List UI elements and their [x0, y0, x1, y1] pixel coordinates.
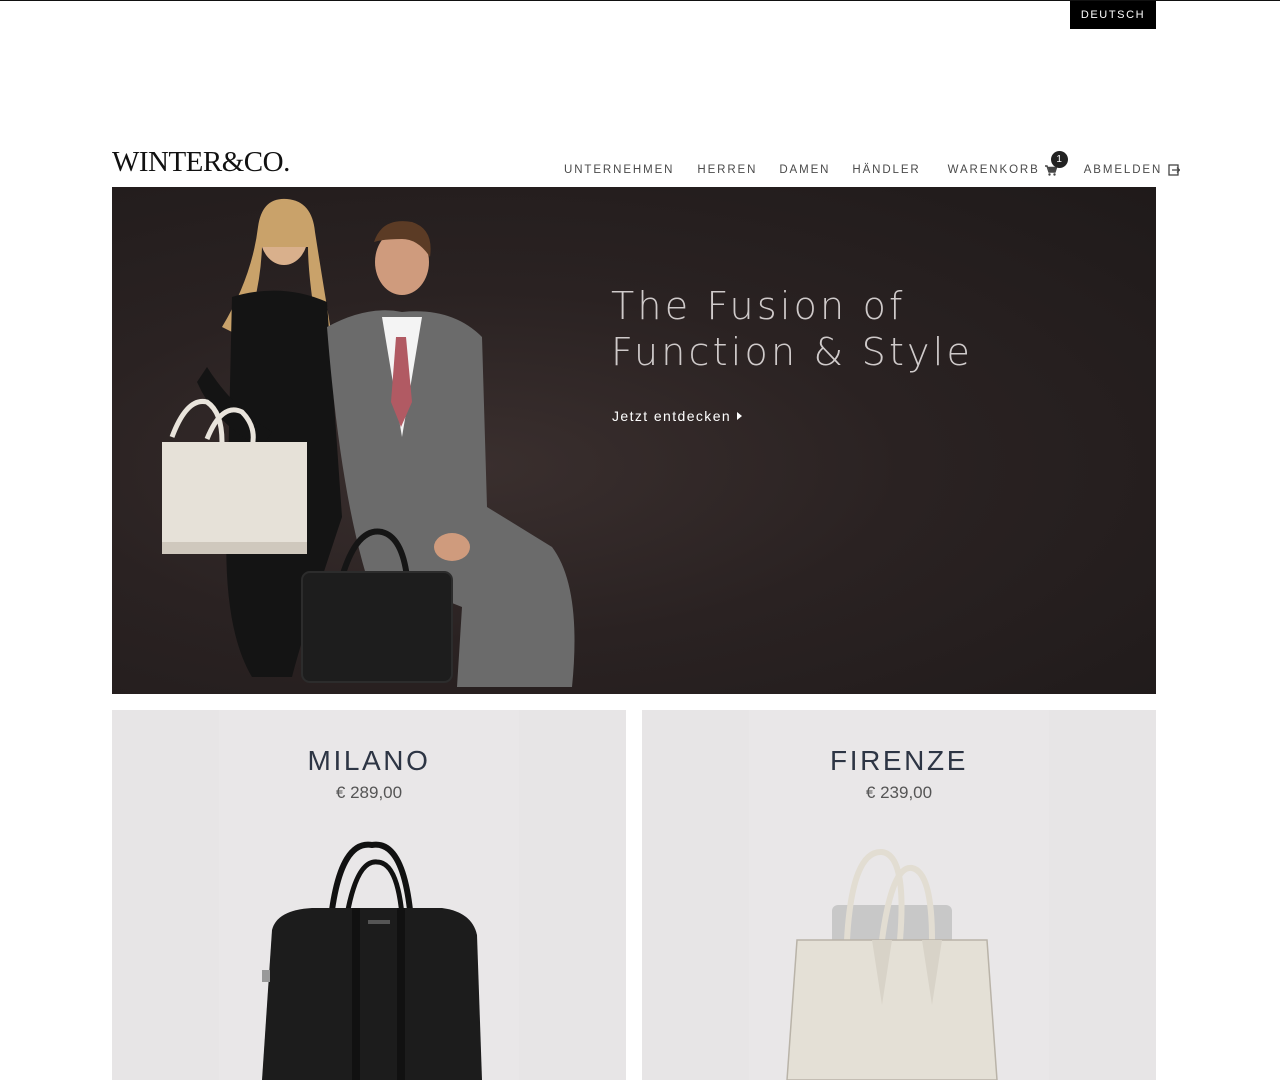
- hero-headline: The Fusion of Function & Style: [611, 283, 1131, 375]
- cart-label: WARENKORB: [947, 164, 1040, 176]
- product-price: € 289,00: [335, 783, 403, 802]
- product-name: FIRENZE: [830, 745, 968, 776]
- nav-item-haendler[interactable]: HÄNDLER: [852, 164, 920, 176]
- milano-bag-image: [262, 841, 482, 1080]
- caret-right-icon: [737, 412, 743, 420]
- discover-now-link[interactable]: Jetzt entdecken: [612, 408, 743, 424]
- firenze-bag-image: [786, 849, 998, 1080]
- logout-icon: [1168, 164, 1181, 176]
- language-switcher[interactable]: DEUTSCH: [1070, 1, 1156, 29]
- logout-label: ABMELDEN: [1083, 164, 1163, 176]
- discover-now-label: Jetzt entdecken: [612, 408, 732, 424]
- hero-headline-line2: Function & Style: [611, 330, 974, 374]
- hero-headline-line1: The Fusion of: [611, 284, 906, 328]
- hero-models-image: [162, 198, 575, 687]
- main-nav: UNTERNEHMEN HERREN DAMEN HÄNDLER WARENKO…: [564, 151, 1181, 180]
- nav-item-herren[interactable]: HERREN: [697, 164, 757, 176]
- nav-item-warenkorb[interactable]: WARENKORB 1: [947, 151, 1068, 176]
- nav-item-abmelden[interactable]: ABMELDEN: [1083, 164, 1181, 176]
- product-price: € 239,00: [865, 783, 933, 802]
- nav-item-unternehmen[interactable]: UNTERNEHMEN: [564, 164, 674, 176]
- product-name: MILANO: [307, 745, 431, 776]
- hero-banner[interactable]: The Fusion of Function & Style Jetzt ent…: [112, 187, 1156, 694]
- brand-logo[interactable]: WINTER&CO.: [112, 146, 290, 180]
- product-card-milano[interactable]: MILANO € 289,00: [112, 710, 626, 1080]
- nav-item-damen[interactable]: DAMEN: [779, 164, 830, 176]
- cart-count-badge: 1: [1050, 151, 1068, 168]
- product-card-firenze[interactable]: FIRENZE € 239,00: [642, 710, 1156, 1080]
